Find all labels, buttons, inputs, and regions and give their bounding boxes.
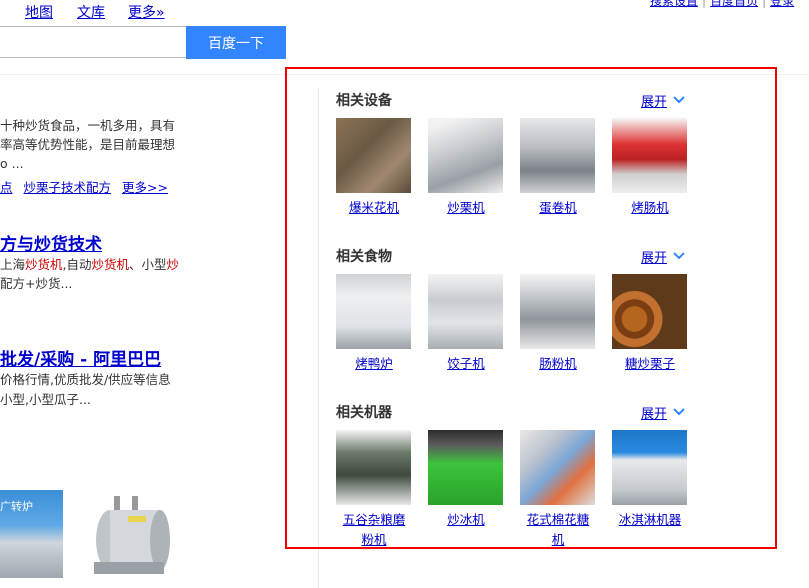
result-3-snippet-line: 小型,小型瓜子... [0,392,91,407]
snippet-highlight: 炒货机 [91,257,130,272]
result-1-link[interactable]: 点 [0,180,13,195]
result-1-snippet-line: 十种炒货食品，一机多用，具有 [0,118,176,133]
settings-link[interactable]: 搜索设置 [650,0,698,8]
thumbnail-caption: 广转炉 [0,500,33,513]
separator: | [702,0,707,8]
result-3-snippet-line: 价格行情,优质批发/供应等信息 [0,372,171,387]
result-1-more-link[interactable]: 更多>> [122,180,168,195]
search-input[interactable] [0,26,186,58]
home-link[interactable]: 百度首页 [710,0,758,8]
snippet-highlight: 炒 [166,257,180,272]
highlight-box [285,67,777,549]
result-3-title[interactable]: 批发/采购 - 阿里巴巴 [0,345,161,370]
roaster-machine-image [94,496,170,574]
nav-link-map[interactable]: 地图 [25,2,53,22]
snippet-highlight: 炒货机 [25,257,63,272]
result-2-snippet-line: 配方+炒货... [0,276,73,291]
result-1-links: 点炒栗子技术配方 更多>> [0,177,179,196]
nav-link-more[interactable]: 更多» [128,2,165,22]
separator: | [762,0,767,8]
result-2-title[interactable]: 方与炒货技术 [0,230,102,255]
result-1-link[interactable]: 炒栗子技术配方 [24,180,112,195]
result-thumbnail[interactable]: 广转炉 [0,490,63,578]
top-right-links: 搜索设置 | 百度首页 | 登录 [650,0,794,9]
snippet-text: 上海 [0,257,26,272]
result-1-snippet-line: 率高等优势性能，是目前最理想 [0,137,176,152]
login-link[interactable]: 登录 [770,0,794,8]
snippet-text: 、小型 [129,257,167,272]
result-1-snippet-line: o ... [0,156,24,171]
nav-link-wenku[interactable]: 文库 [77,2,105,22]
result-2-snippet-line: 上海炒货机,自动炒货机、小型炒 [0,255,179,275]
search-button[interactable]: 百度一下 [186,26,286,59]
snippet-text: ,自动 [62,257,92,272]
result-thumbnail[interactable] [74,490,174,580]
